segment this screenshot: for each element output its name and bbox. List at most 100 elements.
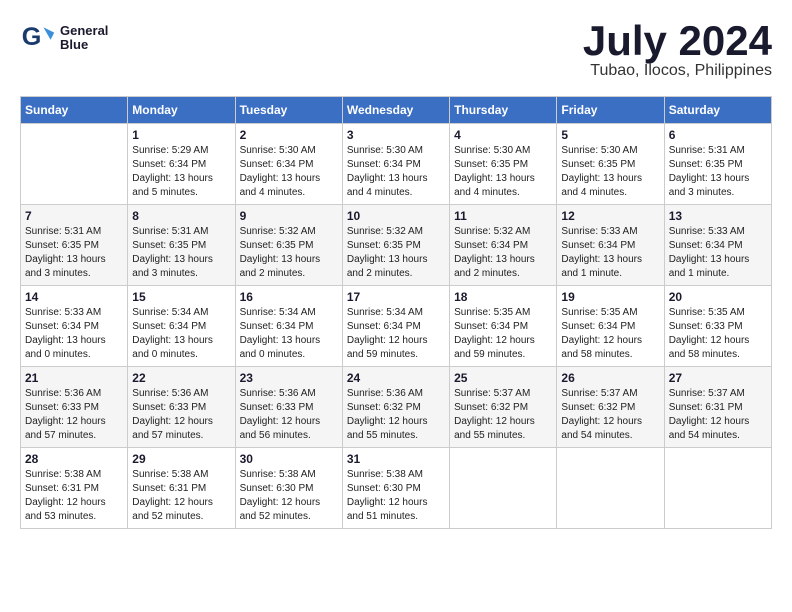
calendar-table: SundayMondayTuesdayWednesdayThursdayFrid… [20, 96, 772, 529]
day-info: Sunrise: 5:38 AMSunset: 6:30 PMDaylight:… [347, 468, 445, 524]
day-info: Sunrise: 5:32 AMSunset: 6:35 PMDaylight:… [240, 225, 338, 281]
logo-line2: Blue [60, 38, 108, 52]
day-number: 10 [347, 209, 445, 223]
logo-text: General Blue [60, 24, 108, 53]
day-cell: 15 Sunrise: 5:34 AMSunset: 6:34 PMDayligh… [128, 286, 235, 367]
day-number: 29 [132, 452, 230, 466]
column-header-wednesday: Wednesday [342, 97, 449, 124]
day-cell: 7 Sunrise: 5:31 AMSunset: 6:35 PMDaylight… [21, 205, 128, 286]
day-cell: 28 Sunrise: 5:38 AMSunset: 6:31 PMDayligh… [21, 448, 128, 529]
day-number: 21 [25, 371, 123, 385]
day-number: 24 [347, 371, 445, 385]
day-info: Sunrise: 5:33 AMSunset: 6:34 PMDaylight:… [561, 225, 659, 281]
day-number: 2 [240, 128, 338, 142]
day-number: 12 [561, 209, 659, 223]
day-cell [450, 448, 557, 529]
day-cell: 29Sunrise: 5:38 AMSunset: 6:31 PMDayligh… [128, 448, 235, 529]
day-info: Sunrise: 5:35 AMSunset: 6:34 PMDaylight:… [454, 306, 552, 362]
column-header-sunday: Sunday [21, 97, 128, 124]
logo-line1: General [60, 24, 108, 38]
svg-text:G: G [22, 23, 42, 51]
day-cell: 24 Sunrise: 5:36 AMSunset: 6:32 PMDayligh… [342, 367, 449, 448]
day-info: Sunrise: 5:33 AMSunset: 6:34 PMDaylight:… [669, 225, 767, 281]
day-cell: 12 Sunrise: 5:33 AMSunset: 6:34 PMDayligh… [557, 205, 664, 286]
day-number: 22 [132, 371, 230, 385]
day-cell: 4Sunrise: 5:30 AMSunset: 6:35 PMDaylight… [450, 124, 557, 205]
day-cell: 8 Sunrise: 5:31 AMSunset: 6:35 PMDaylight… [128, 205, 235, 286]
day-number: 18 [454, 290, 552, 304]
day-number: 17 [347, 290, 445, 304]
day-info: Sunrise: 5:31 AMSunset: 6:35 PMDaylight:… [669, 144, 767, 200]
day-info: Sunrise: 5:30 AMSunset: 6:34 PMDaylight:… [347, 144, 445, 200]
day-cell: 10 Sunrise: 5:32 AMSunset: 6:35 PMDayligh… [342, 205, 449, 286]
column-header-friday: Friday [557, 97, 664, 124]
week-row-1: 1Sunrise: 5:29 AMSunset: 6:34 PMDaylight… [21, 124, 772, 205]
day-number: 11 [454, 209, 552, 223]
day-info: Sunrise: 5:36 AMSunset: 6:33 PMDaylight:… [25, 387, 123, 443]
column-header-saturday: Saturday [664, 97, 771, 124]
day-number: 31 [347, 452, 445, 466]
day-info: Sunrise: 5:32 AMSunset: 6:34 PMDaylight:… [454, 225, 552, 281]
day-number: 8 [132, 209, 230, 223]
day-cell [557, 448, 664, 529]
logo-icon: G [20, 20, 56, 56]
week-row-2: 7 Sunrise: 5:31 AMSunset: 6:35 PMDaylight… [21, 205, 772, 286]
day-cell: 18 Sunrise: 5:35 AMSunset: 6:34 PMDayligh… [450, 286, 557, 367]
day-cell: 26 Sunrise: 5:37 AMSunset: 6:32 PMDayligh… [557, 367, 664, 448]
day-number: 16 [240, 290, 338, 304]
day-info: Sunrise: 5:36 AMSunset: 6:33 PMDaylight:… [240, 387, 338, 443]
day-info: Sunrise: 5:37 AMSunset: 6:32 PMDaylight:… [561, 387, 659, 443]
day-info: Sunrise: 5:34 AMSunset: 6:34 PMDaylight:… [132, 306, 230, 362]
day-info: Sunrise: 5:38 AMSunset: 6:30 PMDaylight:… [240, 468, 338, 524]
day-info: Sunrise: 5:35 AMSunset: 6:33 PMDaylight:… [669, 306, 767, 362]
day-number: 30 [240, 452, 338, 466]
day-cell: 9 Sunrise: 5:32 AMSunset: 6:35 PMDaylight… [235, 205, 342, 286]
day-cell: 6Sunrise: 5:31 AMSunset: 6:35 PMDaylight… [664, 124, 771, 205]
day-info: Sunrise: 5:31 AMSunset: 6:35 PMDaylight:… [132, 225, 230, 281]
day-info: Sunrise: 5:30 AMSunset: 6:35 PMDaylight:… [561, 144, 659, 200]
day-info: Sunrise: 5:34 AMSunset: 6:34 PMDaylight:… [240, 306, 338, 362]
calendar-header-row: SundayMondayTuesdayWednesdayThursdayFrid… [21, 97, 772, 124]
day-info: Sunrise: 5:33 AMSunset: 6:34 PMDaylight:… [25, 306, 123, 362]
day-cell: 25 Sunrise: 5:37 AMSunset: 6:32 PMDayligh… [450, 367, 557, 448]
calendar-body: 1Sunrise: 5:29 AMSunset: 6:34 PMDaylight… [21, 124, 772, 529]
day-cell: 11 Sunrise: 5:32 AMSunset: 6:34 PMDayligh… [450, 205, 557, 286]
day-cell: 22 Sunrise: 5:36 AMSunset: 6:33 PMDayligh… [128, 367, 235, 448]
column-header-thursday: Thursday [450, 97, 557, 124]
day-info: Sunrise: 5:30 AMSunset: 6:34 PMDaylight:… [240, 144, 338, 200]
day-info: Sunrise: 5:37 AMSunset: 6:32 PMDaylight:… [454, 387, 552, 443]
day-cell: 5 Sunrise: 5:30 AMSunset: 6:35 PMDaylight… [557, 124, 664, 205]
day-number: 3 [347, 128, 445, 142]
day-number: 26 [561, 371, 659, 385]
day-cell: 16 Sunrise: 5:34 AMSunset: 6:34 PMDayligh… [235, 286, 342, 367]
day-info: Sunrise: 5:35 AMSunset: 6:34 PMDaylight:… [561, 306, 659, 362]
main-title: July 2024 [583, 20, 772, 62]
day-number: 5 [561, 128, 659, 142]
day-number: 15 [132, 290, 230, 304]
day-info: Sunrise: 5:36 AMSunset: 6:33 PMDaylight:… [132, 387, 230, 443]
day-number: 20 [669, 290, 767, 304]
day-cell: 14Sunrise: 5:33 AMSunset: 6:34 PMDayligh… [21, 286, 128, 367]
column-header-tuesday: Tuesday [235, 97, 342, 124]
day-cell: 1Sunrise: 5:29 AMSunset: 6:34 PMDaylight… [128, 124, 235, 205]
day-info: Sunrise: 5:38 AMSunset: 6:31 PMDaylight:… [25, 468, 123, 524]
day-cell: 30 Sunrise: 5:38 AMSunset: 6:30 PMDayligh… [235, 448, 342, 529]
day-number: 9 [240, 209, 338, 223]
logo: G General Blue [20, 20, 108, 56]
day-cell: 20 Sunrise: 5:35 AMSunset: 6:33 PMDayligh… [664, 286, 771, 367]
day-info: Sunrise: 5:36 AMSunset: 6:32 PMDaylight:… [347, 387, 445, 443]
day-info: Sunrise: 5:32 AMSunset: 6:35 PMDaylight:… [347, 225, 445, 281]
day-number: 28 [25, 452, 123, 466]
day-cell: 3 Sunrise: 5:30 AMSunset: 6:34 PMDaylight… [342, 124, 449, 205]
day-cell: 21 Sunrise: 5:36 AMSunset: 6:33 PMDayligh… [21, 367, 128, 448]
day-number: 19 [561, 290, 659, 304]
day-number: 25 [454, 371, 552, 385]
week-row-4: 21 Sunrise: 5:36 AMSunset: 6:33 PMDayligh… [21, 367, 772, 448]
title-area: July 2024 Tubao, Ilocos, Philippines [583, 20, 772, 80]
day-info: Sunrise: 5:31 AMSunset: 6:35 PMDaylight:… [25, 225, 123, 281]
day-cell: 2 Sunrise: 5:30 AMSunset: 6:34 PMDaylight… [235, 124, 342, 205]
column-header-monday: Monday [128, 97, 235, 124]
day-info: Sunrise: 5:34 AMSunset: 6:34 PMDaylight:… [347, 306, 445, 362]
day-number: 7 [25, 209, 123, 223]
day-cell [664, 448, 771, 529]
